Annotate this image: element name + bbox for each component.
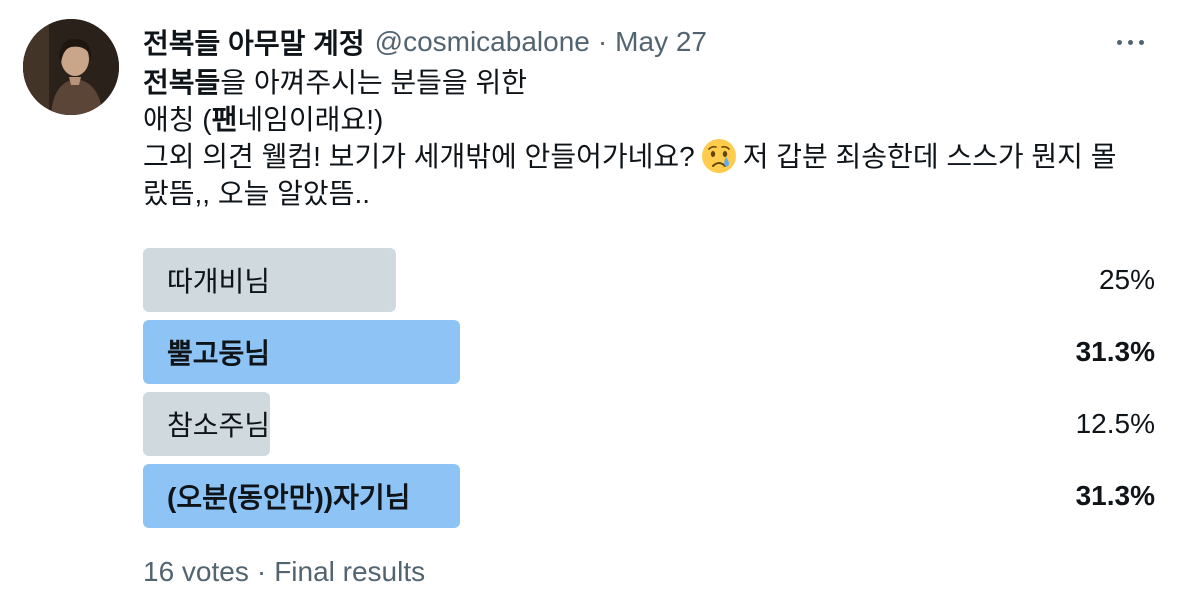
poll-option-percent: 31.3%: [1075, 336, 1155, 367]
footer-separator: ·: [256, 556, 267, 587]
poll-option: (오분(동안만))자기님 31.3%: [143, 464, 1155, 528]
poll-option-label: (오분(동안만))자기님: [167, 482, 411, 513]
poll-vote-count: 16 votes: [143, 556, 249, 587]
profile-photo: [23, 19, 119, 115]
tweet-line-1: 전복들을 아껴주시는 분들을 위한: [143, 64, 1153, 101]
poll-option: 따개비님 25%: [143, 248, 1155, 312]
tweet-line-3: 그외 의견 웰컴! 보기가 세개밖에 안들어가네요? 저 갑분 죄송한데 스스가…: [143, 138, 1153, 175]
tweet-text-segment: 을 아껴주시는 분들을 위한: [220, 67, 527, 98]
tweet-text-segment: 애칭 (: [143, 104, 212, 135]
avatar[interactable]: [23, 19, 119, 115]
tweet-header: 전복들 아무말 계정 @cosmicabalone · May 27: [143, 22, 707, 62]
tweet-text-segment: 저 갑분 죄송한데 스스가 뭔지 몰: [742, 141, 1117, 172]
poll-option-percent: 25%: [1098, 264, 1155, 295]
tweet-bold-text: 팬: [211, 104, 238, 135]
poll-option-percent: 12.5%: [1075, 408, 1155, 439]
poll-option: 참소주님 12.5%: [143, 392, 1155, 456]
tweet-bold-text: 전복들: [143, 67, 221, 98]
tweet-text: 전복들을 아껴주시는 분들을 위한 애칭 (팬네임이래요!) 그외 의견 웰컴!…: [143, 64, 1153, 212]
poll-option-label: 뿔고둥님: [167, 338, 271, 369]
poll: 따개비님 25% 뿔고둥님 31.3% 참소주님 12.5% (오분(동안만))자기님 31.…: [143, 248, 1155, 536]
author-handle[interactable]: @cosmicabalone: [375, 26, 590, 58]
poll-footer: 16 votes · Final results: [143, 556, 425, 588]
poll-option-label: 따개비님: [167, 266, 271, 297]
header-separator: ·: [597, 26, 608, 57]
tweet-text-segment: 네임이래요!): [237, 104, 384, 135]
crying-face-emoji: [701, 139, 736, 173]
tweet-text-segment: 그외 의견 웰컴! 보기가 세개밖에 안들어가네요?: [143, 141, 695, 172]
tweet-date[interactable]: May 27: [615, 26, 707, 58]
tweet-line-4: 랐뜸,, 오늘 알았뜸..: [143, 178, 370, 209]
poll-option-label: 참소주님: [167, 410, 271, 441]
author-name[interactable]: 전복들 아무말 계정: [143, 22, 365, 62]
more-horizontal-icon[interactable]: [1110, 30, 1150, 54]
tweet-line-2: 애칭 (팬네임이래요!): [143, 101, 1153, 138]
poll-status: Final results: [274, 556, 426, 587]
poll-option-percent: 31.3%: [1075, 480, 1155, 511]
poll-option: 뿔고둥님 31.3%: [143, 320, 1155, 384]
